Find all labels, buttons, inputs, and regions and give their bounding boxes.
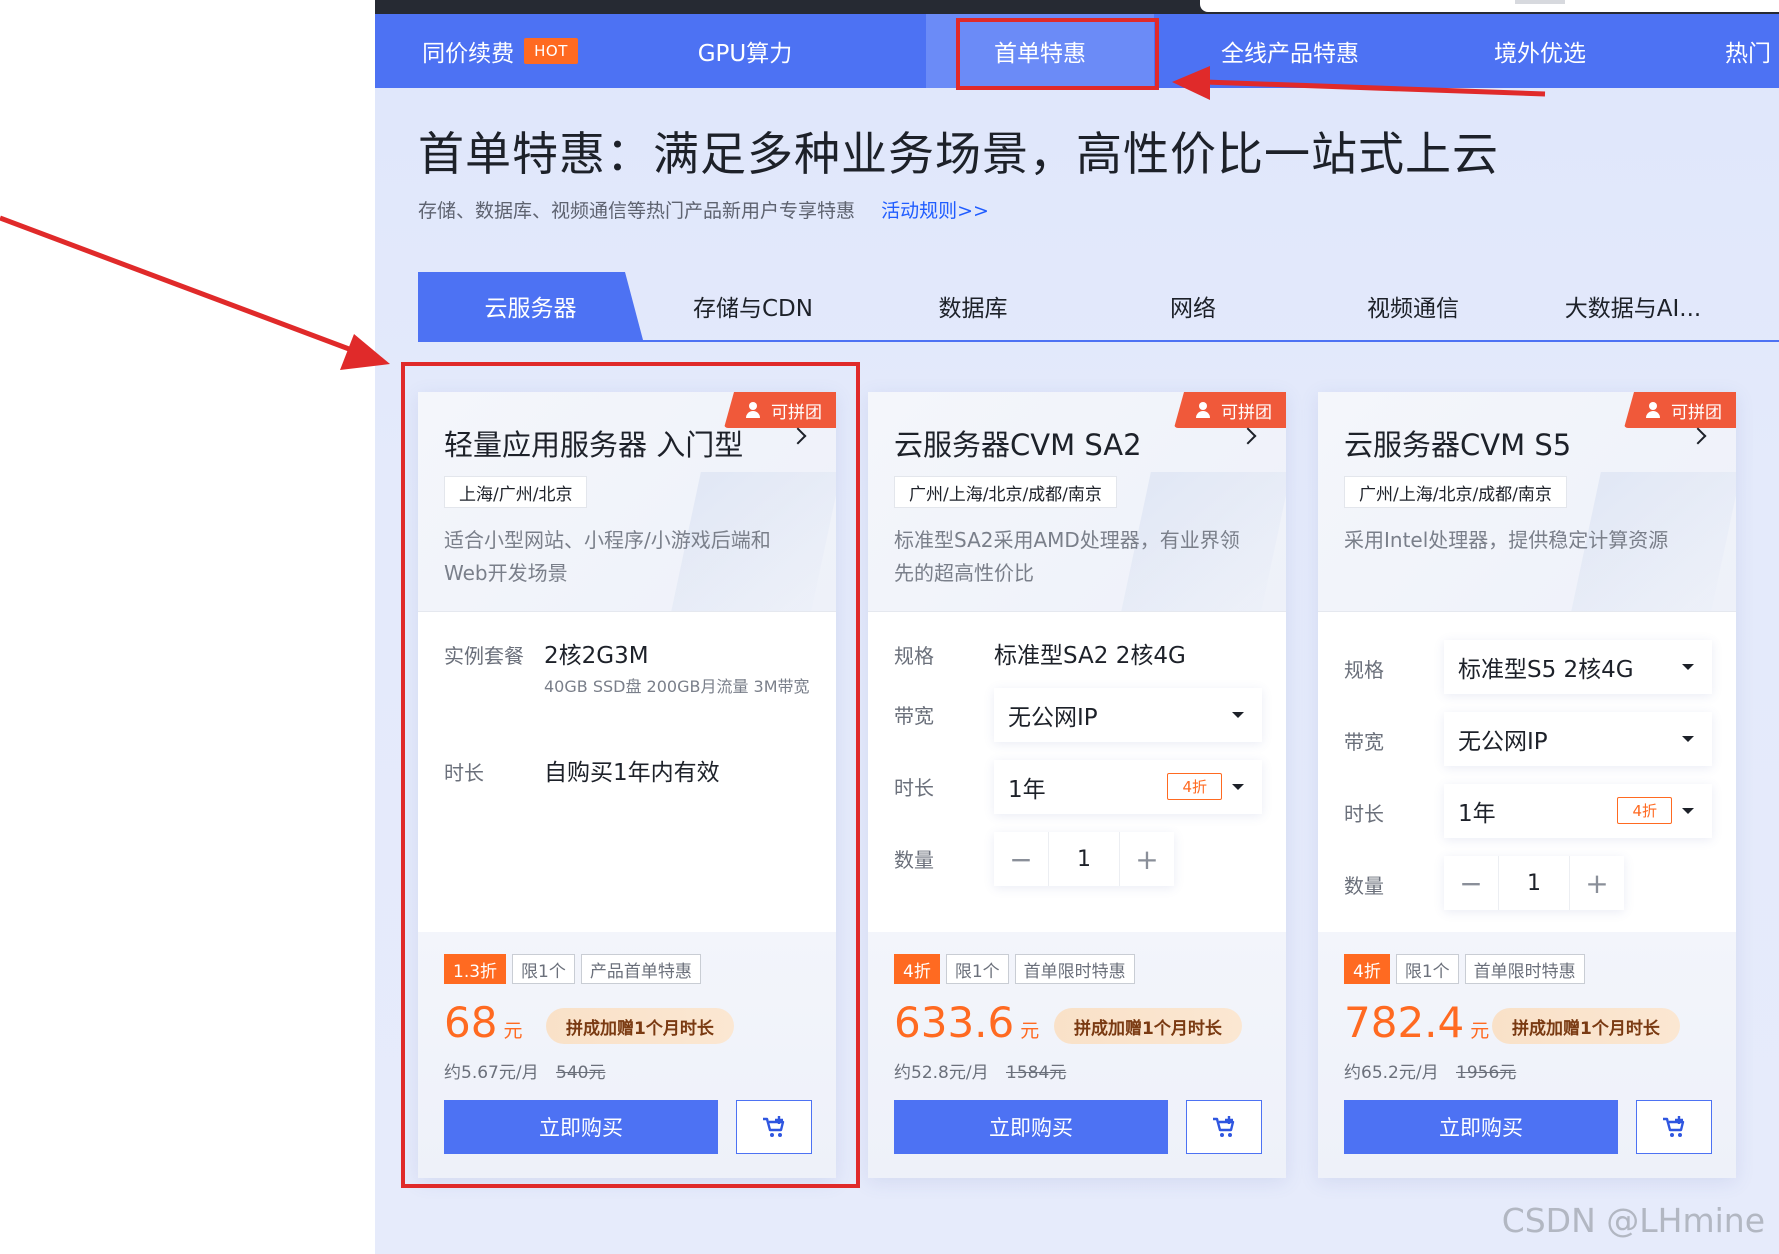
- annotation-arrow-left-head: [340, 334, 390, 370]
- annotation-arrow-right-head: [1172, 66, 1210, 100]
- annotation-arrow-left-line: [0, 215, 366, 358]
- annotation-arrow-right-line: [1204, 79, 1546, 97]
- watermark: CSDN @LHmine: [1501, 1201, 1765, 1240]
- annotation-arrows: [0, 66, 1546, 370]
